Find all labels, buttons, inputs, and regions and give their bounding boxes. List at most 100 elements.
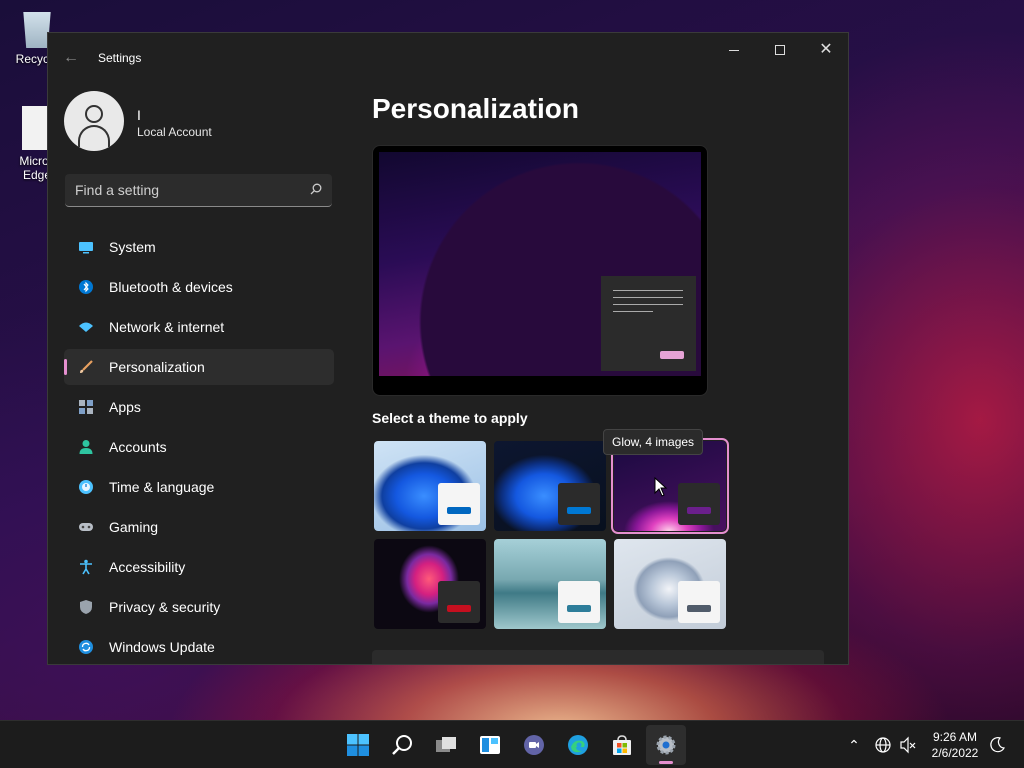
- sidebar-item-bluetooth[interactable]: Bluetooth & devices: [64, 269, 334, 305]
- theme-mini-window: [678, 483, 720, 525]
- sidebar-item-accounts[interactable]: Accounts: [64, 429, 334, 465]
- preview-accent-button: [660, 351, 684, 359]
- sidebar-item-privacy[interactable]: Privacy & security: [64, 589, 334, 625]
- sidebar-item-label: Apps: [109, 399, 141, 415]
- sidebar-item-personalization[interactable]: Personalization: [64, 349, 334, 385]
- avatar: [64, 91, 124, 151]
- title-bar[interactable]: ← Settings ✕: [48, 33, 848, 83]
- theme-flow[interactable]: [494, 539, 606, 629]
- gamepad-icon: [79, 523, 93, 531]
- edge-icon: [568, 735, 588, 755]
- clock-time: 9:26 AM: [932, 730, 978, 744]
- mouse-cursor-icon: [654, 477, 668, 497]
- teams-chat-icon: [524, 735, 544, 755]
- preview-line: [613, 297, 683, 298]
- apps-icon: [79, 400, 93, 414]
- wifi-icon: [79, 322, 93, 332]
- minimize-icon: [729, 49, 739, 51]
- taskbar-search-button[interactable]: [382, 725, 422, 765]
- profile-account-type: Local Account: [137, 125, 212, 139]
- avatar-body-icon: [78, 125, 110, 147]
- theme-accent-bar: [447, 507, 471, 514]
- taskbar-start-button[interactable]: [338, 725, 378, 765]
- brush-icon: [80, 360, 93, 373]
- sidebar-item-apps[interactable]: Apps: [64, 389, 334, 425]
- themes-heading: Select a theme to apply: [372, 410, 528, 426]
- theme-mini-window: [558, 483, 600, 525]
- taskbar-store-button[interactable]: [602, 725, 642, 765]
- shield-icon: [80, 600, 92, 614]
- search-icon: [392, 735, 412, 755]
- theme-accent-bar: [687, 605, 711, 612]
- search-box[interactable]: [65, 174, 332, 207]
- theme-windows-dark[interactable]: [494, 441, 606, 531]
- search-icon: [310, 183, 322, 195]
- theme-mini-window: [438, 483, 480, 525]
- network-globe-icon[interactable]: [873, 735, 893, 755]
- close-button[interactable]: ✕: [803, 33, 848, 67]
- sidebar-item-label: Accounts: [109, 439, 167, 455]
- sidebar-item-gaming[interactable]: Gaming: [64, 509, 334, 545]
- preview-sample-window: [601, 276, 696, 371]
- person-icon: [79, 440, 93, 454]
- taskbar: ⌃ 9:26 AM 2/6/2022: [0, 720, 1024, 768]
- avatar-head-icon: [85, 105, 103, 123]
- user-profile[interactable]: I Local Account: [64, 91, 334, 151]
- gear-icon: [656, 735, 676, 755]
- sidebar-item-network[interactable]: Network & internet: [64, 309, 334, 345]
- theme-captured-motion[interactable]: [374, 539, 486, 629]
- taskbar-edge-button[interactable]: [558, 725, 598, 765]
- sidebar-item-label: Gaming: [109, 519, 159, 535]
- globe-clock-icon: [79, 480, 93, 494]
- theme-mini-window: [678, 581, 720, 623]
- theme-windows-light[interactable]: [374, 441, 486, 531]
- taskbar-settings-button[interactable]: [646, 725, 686, 765]
- accessibility-icon: [80, 559, 92, 575]
- sidebar-item-label: Personalization: [109, 359, 205, 375]
- sidebar-item-accessibility[interactable]: Accessibility: [64, 549, 334, 585]
- settings-window: ← Settings ✕ I Local Account System Blue…: [47, 32, 849, 665]
- update-icon: [79, 640, 93, 654]
- theme-sunrise[interactable]: [614, 539, 726, 629]
- sidebar-item-label: Time & language: [109, 479, 215, 495]
- sidebar-item-label: Accessibility: [109, 559, 186, 575]
- preview-line: [613, 311, 653, 312]
- window-title: Settings: [98, 51, 142, 65]
- minimize-button[interactable]: [711, 33, 757, 67]
- maximize-button[interactable]: [757, 33, 803, 67]
- search-input[interactable]: [65, 174, 295, 206]
- close-icon: ✕: [819, 41, 833, 58]
- sidebar-item-label: Windows Update: [109, 639, 215, 655]
- back-arrow-icon[interactable]: ←: [60, 47, 82, 69]
- widgets-icon: [480, 736, 500, 754]
- store-icon: [613, 735, 631, 755]
- sidebar-item-time-language[interactable]: Time & language: [64, 469, 334, 505]
- theme-tooltip: Glow, 4 images: [603, 429, 704, 455]
- theme-accent-bar: [567, 507, 591, 514]
- preview-line: [613, 304, 683, 305]
- theme-accent-bar: [687, 507, 711, 514]
- sidebar-item-label: System: [109, 239, 156, 255]
- sidebar-item-windows-update[interactable]: Windows Update: [64, 629, 334, 664]
- sidebar-item-label: Bluetooth & devices: [109, 279, 233, 295]
- sidebar-item-label: Network & internet: [109, 319, 225, 335]
- theme-mini-window: [438, 581, 480, 623]
- taskbar-widgets-button[interactable]: [470, 725, 510, 765]
- clock-date: 2/6/2022: [931, 746, 979, 760]
- settings-card[interactable]: [372, 650, 824, 664]
- preview-line: [613, 290, 683, 291]
- sidebar-nav: System Bluetooth & devices Network & int…: [64, 229, 334, 664]
- taskbar-chat-button[interactable]: [514, 725, 554, 765]
- preview-wallpaper: [379, 152, 701, 376]
- sidebar-item-system[interactable]: System: [64, 229, 334, 265]
- focus-assist-moon-icon[interactable]: [987, 735, 1007, 755]
- theme-preview: [372, 145, 708, 396]
- taskbar-task-view-button[interactable]: [426, 725, 466, 765]
- profile-name: I: [137, 107, 141, 123]
- page-title: Personalization: [372, 93, 579, 124]
- sidebar-item-label: Privacy & security: [109, 599, 221, 615]
- volume-muted-icon[interactable]: [898, 735, 918, 755]
- taskbar-clock[interactable]: 9:26 AM 2/6/2022: [925, 729, 985, 761]
- tray-chevron-up-icon[interactable]: ⌃: [844, 735, 864, 755]
- bluetooth-icon: [79, 280, 93, 294]
